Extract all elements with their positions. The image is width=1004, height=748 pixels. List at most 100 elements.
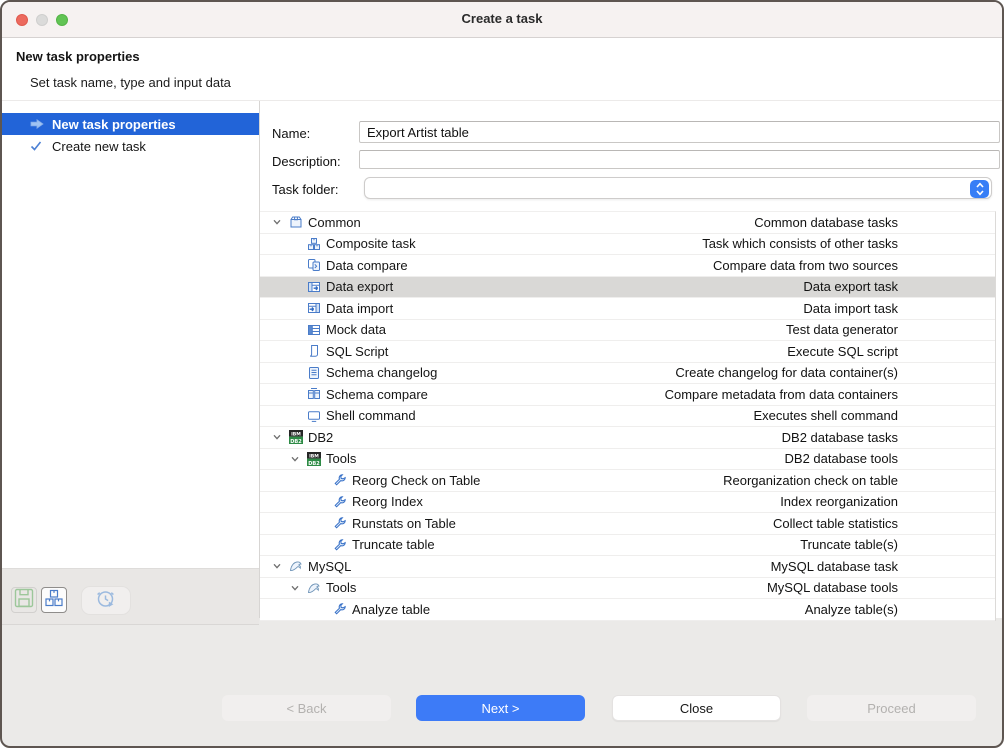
tree-row-runstats-on-table[interactable]: Runstats on TableCollect table statistic… — [260, 513, 995, 535]
tree-row-description: Truncate table(s) — [800, 537, 995, 552]
task-type-tree: CommonCommon database tasksComposite tas… — [260, 211, 996, 621]
tree-row-description: Common database tasks — [754, 215, 995, 230]
wrench-icon — [333, 538, 347, 552]
scheduler-button[interactable] — [81, 586, 131, 615]
tree-row-description: Compare metadata from data containers — [665, 387, 995, 402]
tree-row-label: Schema changelog — [326, 365, 437, 380]
tree-row-description: MySQL database task — [771, 559, 995, 574]
chevron-down-icon[interactable] — [270, 559, 284, 573]
schema-compare-icon — [307, 387, 321, 401]
arrow-right-icon — [29, 117, 45, 131]
next-button[interactable]: Next > — [416, 695, 585, 721]
tree-row-tools[interactable]: Tools MySQL database tools — [260, 578, 995, 600]
step-label: Create new task — [52, 139, 146, 154]
tree-row-description: DB2 database tasks — [782, 430, 995, 445]
chevron-down-icon[interactable] — [270, 430, 284, 444]
data-compare-icon — [307, 258, 321, 272]
mysql-icon — [307, 581, 321, 595]
step-create-new-task[interactable]: Create new task — [2, 135, 259, 157]
tree-row-db2[interactable]: IBMDB2DB2DB2 database tasks — [260, 427, 995, 449]
tree-row-analyze-table[interactable]: Analyze table Analyze table(s) — [260, 599, 995, 621]
wrench-icon — [333, 516, 347, 530]
schema-changelog-icon — [307, 366, 321, 380]
description-input[interactable] — [359, 150, 1000, 169]
tree-row-composite-task[interactable]: Composite task Task which consists of oth… — [260, 234, 995, 256]
tree-row-data-import[interactable]: Data importData import task — [260, 298, 995, 320]
tree-row-label: Data export — [326, 279, 393, 294]
tree-row-data-compare[interactable]: Data compareCompare data from two source… — [260, 255, 995, 277]
tree-row-description: MySQL database tools — [767, 580, 995, 595]
tree-row-data-export[interactable]: Data export Data export task — [260, 277, 995, 299]
sql-script-icon — [307, 344, 321, 358]
window-title: Create a task — [2, 11, 1002, 26]
step-new-task-properties[interactable]: New task properties — [2, 113, 259, 135]
tree-row-description: Analyze table(s) — [805, 602, 995, 617]
wrench-icon — [333, 602, 347, 616]
chevron-down-icon[interactable] — [288, 581, 302, 595]
scheduler-icon — [94, 586, 118, 615]
tree-row-truncate-table[interactable]: Truncate table Truncate table(s) — [260, 535, 995, 557]
tree-row-label: Tools — [326, 451, 356, 466]
page-title: New task properties — [16, 49, 140, 64]
back-button[interactable]: < Back — [222, 695, 391, 721]
tree-row-label: Mock data — [326, 322, 386, 337]
tree-row-label: Composite task — [326, 236, 416, 251]
svg-text:IBM: IBM — [309, 453, 319, 459]
task-folder-select[interactable] — [364, 177, 992, 199]
tree-row-reorg-index[interactable]: Reorg IndexIndex reorganization — [260, 492, 995, 514]
tree-row-common[interactable]: CommonCommon database tasks — [260, 212, 995, 234]
tree-row-mock-data[interactable]: Mock data Test data generator — [260, 320, 995, 342]
wrench-icon — [333, 473, 347, 487]
tree-row-description: Compare data from two sources — [713, 258, 995, 273]
page-subtitle: Set task name, type and input data — [30, 75, 231, 90]
mysql-icon — [289, 559, 303, 573]
combo-stepper-icon[interactable] — [970, 180, 989, 198]
svg-text:IBM: IBM — [291, 432, 301, 438]
tree-row-label: Runstats on Table — [352, 516, 456, 531]
tree-row-description: Reorganization check on table — [723, 473, 995, 488]
task-group-icon — [44, 588, 64, 613]
tree-row-shell-command[interactable]: Shell commandExecutes shell command — [260, 406, 995, 428]
tree-row-description: Data export task — [803, 279, 995, 294]
close-button[interactable]: Close — [612, 695, 781, 721]
tree-row-label: Truncate table — [352, 537, 435, 552]
shell-command-icon — [307, 409, 321, 423]
tree-row-description: Test data generator — [786, 322, 995, 337]
wrench-icon — [333, 495, 347, 509]
tree-row-description: Execute SQL script — [787, 344, 995, 359]
db2-icon: IBMDB2 — [289, 430, 303, 444]
tree-row-mysql[interactable]: MySQLMySQL database task — [260, 556, 995, 578]
tree-row-label: DB2 — [308, 430, 333, 445]
tree-row-reorg-check-on-table[interactable]: Reorg Check on TableReorganization check… — [260, 470, 995, 492]
tree-row-description: Task which consists of other tasks — [702, 236, 995, 251]
tree-row-description: Data import task — [803, 301, 995, 316]
chevron-down-icon[interactable] — [288, 452, 302, 466]
task-toolbar — [2, 568, 259, 625]
tree-row-description: Create changelog for data container(s) — [675, 365, 995, 380]
proceed-button[interactable]: Proceed — [807, 695, 976, 721]
step-label: New task properties — [52, 117, 176, 132]
tree-row-sql-script[interactable]: SQL Script Execute SQL script — [260, 341, 995, 363]
svg-text:DB2: DB2 — [308, 461, 320, 466]
name-input[interactable] — [359, 121, 1000, 143]
data-export-icon — [307, 280, 321, 294]
create-task-dialog: Create a task New task properties Set ta… — [0, 0, 1004, 748]
tree-row-label: Analyze table — [352, 602, 430, 617]
task-group-button[interactable] — [41, 587, 67, 613]
chevron-down-icon[interactable] — [270, 215, 284, 229]
svg-text:DB2: DB2 — [290, 439, 302, 444]
composite-icon — [307, 237, 321, 251]
tree-row-label: Tools — [326, 580, 356, 595]
tree-row-tools[interactable]: IBMDB2ToolsDB2 database tools — [260, 449, 995, 471]
tree-row-label: SQL Script — [326, 344, 388, 359]
save-task-button[interactable] — [11, 587, 37, 613]
tree-row-label: Schema compare — [326, 387, 428, 402]
tree-row-schema-changelog[interactable]: Schema changelog Create changelog for dat… — [260, 363, 995, 385]
tree-row-schema-compare[interactable]: Schema compare Compare metadata from data… — [260, 384, 995, 406]
wizard-steps-sidebar: New task properties Create new task — [2, 101, 259, 568]
tree-row-label: Reorg Index — [352, 494, 423, 509]
tree-row-description: Executes shell command — [753, 408, 995, 423]
task-folder-label: Task folder: — [272, 182, 338, 197]
package-icon — [289, 215, 303, 229]
mock-data-icon — [307, 323, 321, 337]
